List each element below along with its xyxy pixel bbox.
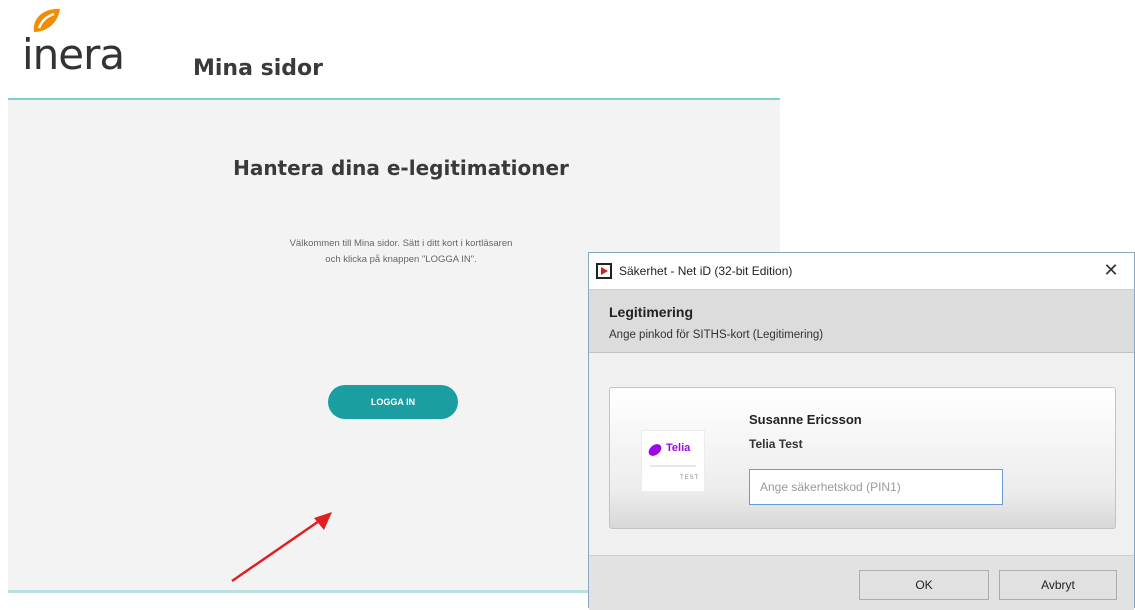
welcome-text: Välkommen till Mina sidor. Sätt i ditt k… bbox=[218, 236, 584, 268]
page-heading: Hantera dina e-legitimationer bbox=[233, 156, 569, 180]
login-button[interactable]: LOGGA IN bbox=[328, 385, 458, 419]
welcome-line-1: Välkommen till Mina sidor. Sätt i ditt k… bbox=[289, 238, 513, 249]
close-icon[interactable]: ✕ bbox=[1098, 258, 1124, 284]
section-subtitle: Ange pinkod för SITHS-kort (Legitimering… bbox=[609, 329, 824, 341]
cancel-button[interactable]: Avbryt bbox=[999, 570, 1117, 600]
pin-input[interactable] bbox=[749, 469, 1003, 505]
site-title: Mina sidor bbox=[193, 56, 323, 81]
section-title: Legitimering bbox=[609, 304, 694, 320]
dialog-section-header: Legitimering Ange pinkod för SITHS-kort … bbox=[589, 289, 1134, 353]
logo-text: inera bbox=[22, 30, 125, 79]
inera-logo[interactable]: inera bbox=[22, 6, 152, 86]
netid-dialog: Säkerhet - Net iD (32-bit Edition) ✕ Leg… bbox=[588, 252, 1135, 610]
card-holder-name: Susanne Ericsson bbox=[749, 412, 862, 427]
card-organization: Telia Test bbox=[749, 437, 803, 451]
ok-button[interactable]: OK bbox=[859, 570, 989, 600]
dialog-titlebar[interactable]: Säkerhet - Net iD (32-bit Edition) ✕ bbox=[589, 253, 1134, 289]
red-arrow-icon bbox=[231, 512, 332, 583]
netid-app-icon bbox=[596, 263, 612, 279]
issuer-divider bbox=[650, 465, 696, 467]
welcome-line-2: och klicka på knappen "LOGGA IN". bbox=[325, 254, 477, 265]
dialog-title: Säkerhet - Net iD (32-bit Edition) bbox=[619, 264, 793, 278]
dialog-footer: OK Avbryt bbox=[589, 555, 1134, 610]
telia-pebble-icon bbox=[646, 442, 664, 458]
identity-card: Telia TEST Susanne Ericsson Telia Test bbox=[609, 387, 1116, 529]
telia-logo-icon: Telia TEST bbox=[641, 430, 705, 492]
issuer-name: Telia bbox=[666, 442, 691, 454]
issuer-tag: TEST bbox=[680, 475, 700, 481]
